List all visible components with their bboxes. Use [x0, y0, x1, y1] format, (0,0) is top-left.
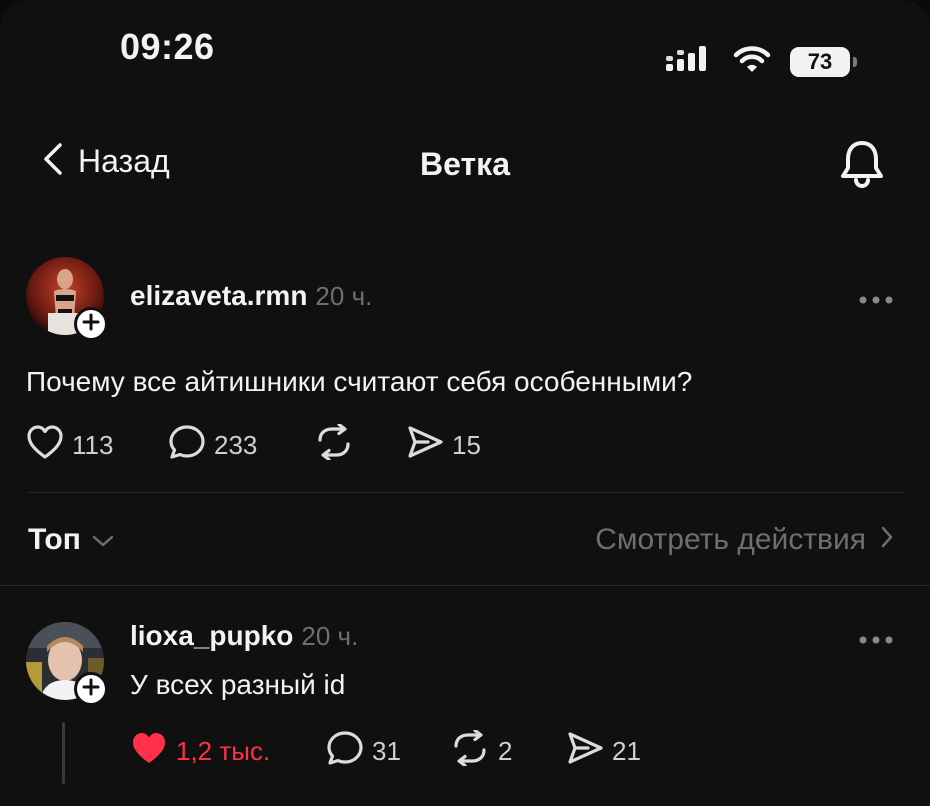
repost-button[interactable]: [314, 422, 406, 467]
chevron-right-icon: [880, 523, 894, 557]
reply-author[interactable]: lioxa_pupko 20 ч.: [130, 620, 358, 652]
view-activity-link[interactable]: Смотреть действия: [595, 523, 894, 557]
follow-button[interactable]: [74, 307, 108, 341]
comment-bubble-icon: [326, 730, 364, 773]
like-button[interactable]: 1,2 тыс.: [130, 730, 326, 773]
thread-screen: 09:26 73 Назад Ветка elizaveta.rmn 20 ч.…: [0, 0, 930, 806]
send-icon: [406, 425, 444, 466]
share-button[interactable]: 21: [566, 731, 641, 772]
like-count: 113: [72, 430, 114, 460]
repost-icon: [450, 728, 490, 773]
comment-bubble-icon: [168, 424, 206, 467]
notifications-button[interactable]: [838, 138, 886, 193]
thread-line: [62, 722, 65, 784]
comment-button[interactable]: 31: [326, 730, 450, 773]
share-count: 21: [612, 736, 641, 766]
wifi-icon: [732, 44, 772, 79]
status-icons: 73: [664, 44, 857, 79]
reply-more-button[interactable]: [858, 632, 894, 650]
post-more-button[interactable]: [858, 292, 894, 310]
plus-icon: [82, 313, 100, 336]
repost-count: 2: [498, 736, 513, 766]
battery-level: 73: [807, 48, 833, 74]
sort-dropdown[interactable]: Топ: [28, 523, 115, 557]
author-username[interactable]: lioxa_pupko: [130, 620, 293, 651]
page-title: Ветка: [420, 146, 510, 182]
battery-indicator: 73: [790, 46, 857, 77]
sort-label: Топ: [28, 523, 81, 556]
share-count: 15: [452, 430, 481, 460]
post-text: Почему все айтишники считают себя особен…: [26, 366, 693, 397]
post-time: 20 ч.: [315, 281, 373, 311]
author-username[interactable]: elizaveta.rmn: [130, 280, 307, 311]
chevron-down-icon: [91, 523, 115, 557]
follow-button[interactable]: [74, 672, 108, 706]
divider: [28, 492, 904, 493]
post-actions: 113 233 15: [26, 422, 481, 467]
plus-icon: [82, 678, 100, 701]
comment-count: 31: [372, 736, 401, 766]
view-activity-label: Смотреть действия: [595, 523, 866, 556]
reply-text: У всех разный id: [130, 669, 346, 700]
repost-icon: [314, 422, 354, 467]
like-button[interactable]: 113: [26, 424, 168, 467]
repost-button[interactable]: 2: [450, 728, 566, 773]
reply-actions: 1,2 тыс. 31 2 21: [130, 728, 641, 773]
comment-count: 233: [214, 430, 258, 460]
post-author[interactable]: elizaveta.rmn 20 ч.: [130, 280, 372, 312]
reply-time: 20 ч.: [301, 621, 359, 651]
send-icon: [566, 731, 604, 772]
bell-icon: [838, 141, 886, 192]
more-dots-icon: [858, 292, 894, 309]
heart-icon: [26, 424, 64, 467]
divider: [0, 585, 930, 586]
cellular-signal-icon: [664, 44, 714, 79]
share-button[interactable]: 15: [406, 425, 481, 466]
like-count: 1,2 тыс.: [176, 736, 271, 766]
sort-row: Топ Смотреть действия: [28, 520, 894, 560]
comment-button[interactable]: 233: [168, 424, 314, 467]
heart-filled-icon: [130, 730, 168, 773]
more-dots-icon: [858, 632, 894, 649]
status-time: 09:26: [120, 26, 215, 67]
